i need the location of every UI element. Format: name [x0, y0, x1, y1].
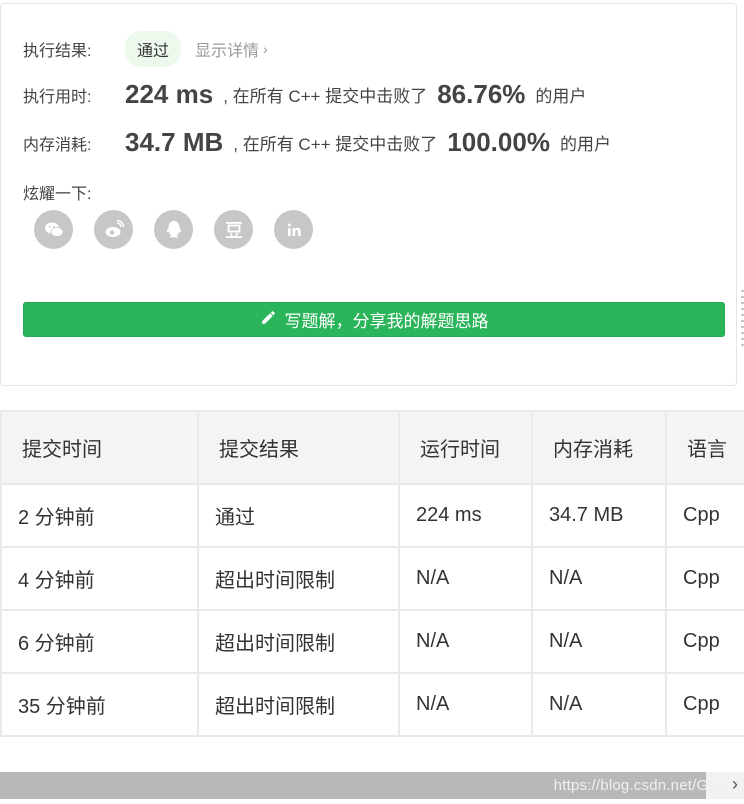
cell-result-link[interactable]: 超出时间限制: [197, 672, 400, 737]
cell-runtime: N/A: [398, 546, 533, 611]
share-title: 炫耀一下:: [23, 186, 92, 203]
runtime-text-before: , 在所有 C++ 提交中击败了: [223, 87, 428, 106]
write-solution-button[interactable]: 写题解，分享我的解题思路: [23, 302, 725, 337]
header-submit-result[interactable]: 提交结果: [197, 410, 400, 485]
runtime-value: 224 ms: [125, 79, 214, 109]
cell-time: 6 分钟前: [0, 609, 199, 674]
cell-memory: N/A: [531, 609, 667, 674]
header-memory[interactable]: 内存消耗: [531, 410, 667, 485]
memory-value: 34.7 MB: [125, 127, 224, 157]
memory-text-after: 的用户: [559, 135, 611, 154]
cell-memory: 34.7 MB: [531, 483, 667, 548]
memory-row: 内存消耗: 34.7 MB , 在所有 C++ 提交中击败了 100.00% 的…: [23, 127, 611, 158]
share-icons: [34, 210, 313, 249]
cell-runtime: N/A: [398, 609, 533, 674]
submissions-table: 提交时间 提交结果 运行时间 内存消耗 语言 2 分钟前 通过 224 ms 3…: [0, 410, 744, 737]
cell-runtime: 224 ms: [398, 483, 533, 548]
show-details-label: 显示详情: [195, 43, 260, 60]
table-row: 4 分钟前 超出时间限制 N/A N/A Cpp: [0, 546, 744, 611]
cell-memory: N/A: [531, 672, 667, 737]
wechat-icon[interactable]: [34, 210, 73, 249]
cell-result-link[interactable]: 超出时间限制: [197, 609, 400, 674]
watermark: https://blog.csdn.net/Gogo: [553, 777, 734, 794]
cell-time: 4 分钟前: [0, 546, 199, 611]
result-card: 执行结果: 通过 显示详情 › 执行用时: 224 ms , 在所有 C++ 提…: [0, 3, 737, 386]
weibo-icon[interactable]: [94, 210, 133, 249]
table-row: 35 分钟前 超出时间限制 N/A N/A Cpp: [0, 672, 744, 737]
runtime-percent: 86.76%: [437, 79, 526, 109]
table-row: 2 分钟前 通过 224 ms 34.7 MB Cpp: [0, 483, 744, 548]
cell-time: 35 分钟前: [0, 672, 199, 737]
cell-lang: Cpp: [665, 483, 744, 548]
cell-runtime: N/A: [398, 672, 533, 737]
runtime-row: 执行用时: 224 ms , 在所有 C++ 提交中击败了 86.76% 的用户: [23, 79, 586, 110]
cell-result-link[interactable]: 超出时间限制: [197, 546, 400, 611]
cell-memory: N/A: [531, 546, 667, 611]
qq-icon[interactable]: [154, 210, 193, 249]
write-solution-label: 写题解，分享我的解题思路: [284, 312, 489, 331]
header-language[interactable]: 语言: [665, 410, 744, 485]
pencil-icon: [260, 309, 277, 331]
cell-lang: Cpp: [665, 672, 744, 737]
cell-lang: Cpp: [665, 546, 744, 611]
memory-percent: 100.00%: [447, 127, 550, 157]
show-details-link[interactable]: 显示详情 ›: [195, 37, 268, 61]
header-runtime[interactable]: 运行时间: [398, 410, 533, 485]
douban-icon[interactable]: [214, 210, 253, 249]
result-row: 执行结果: 通过 显示详情 ›: [23, 31, 268, 67]
linkedin-icon[interactable]: [274, 210, 313, 249]
cell-result-link[interactable]: 通过: [197, 483, 400, 548]
cell-time: 2 分钟前: [0, 483, 199, 548]
runtime-label: 执行用时:: [23, 88, 92, 106]
table-row: 6 分钟前 超出时间限制 N/A N/A Cpp: [0, 609, 744, 674]
status-badge: 通过: [125, 31, 182, 67]
header-submit-time[interactable]: 提交时间: [0, 410, 199, 485]
memory-label: 内存消耗:: [23, 136, 92, 154]
chevron-right-icon: ›: [263, 41, 268, 57]
memory-text-before: , 在所有 C++ 提交中击败了: [233, 135, 438, 154]
runtime-text-after: 的用户: [535, 87, 587, 106]
result-label: 执行结果:: [23, 43, 92, 60]
cell-lang: Cpp: [665, 609, 744, 674]
table-header-row: 提交时间 提交结果 运行时间 内存消耗 语言: [0, 410, 744, 485]
